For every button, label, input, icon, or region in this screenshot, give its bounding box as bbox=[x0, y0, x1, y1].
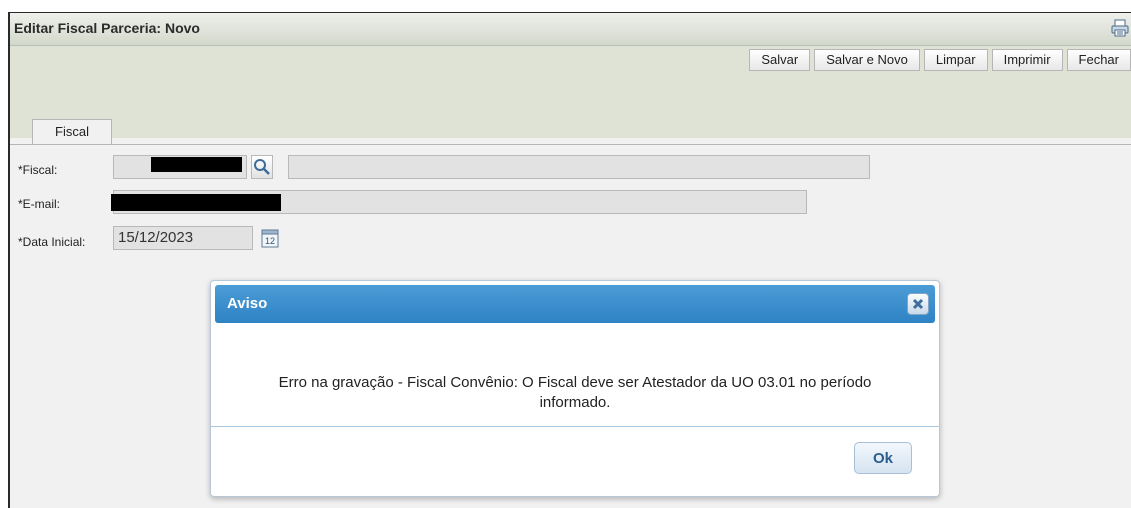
close-button[interactable]: Fechar bbox=[1066, 49, 1131, 71]
dialog-message-line1: Erro na gravação - Fiscal Convênio: O Fi… bbox=[278, 374, 872, 391]
title-bar: Editar Fiscal Parceria: Novo bbox=[10, 13, 1131, 46]
save-button[interactable]: Salvar bbox=[749, 49, 811, 71]
ok-button[interactable]: Ok bbox=[854, 442, 912, 474]
dialog-header: Aviso bbox=[215, 285, 935, 323]
tab-divider bbox=[10, 144, 1131, 145]
dialog-message-line2: informado. bbox=[539, 394, 611, 411]
alert-dialog: Aviso Erro na gravação - Fiscal Convênio… bbox=[210, 280, 940, 497]
printer-icon[interactable] bbox=[1111, 19, 1129, 37]
calendar-day-text: 12 bbox=[265, 236, 275, 246]
close-icon[interactable] bbox=[907, 293, 929, 315]
window-title: Editar Fiscal Parceria: Novo bbox=[14, 20, 200, 36]
search-icon[interactable] bbox=[251, 155, 273, 179]
toolbar-area: Salvar Salvar e Novo Limpar Imprimir Fec… bbox=[10, 46, 1131, 138]
dialog-divider bbox=[211, 426, 939, 427]
clear-button[interactable]: Limpar bbox=[923, 49, 988, 71]
dialog-message: Erro na gravação - Fiscal Convênio: O Fi… bbox=[211, 373, 939, 413]
dialog-title: Aviso bbox=[227, 295, 268, 312]
print-button[interactable]: Imprimir bbox=[991, 49, 1063, 71]
start-date-label: *Data Inicial: bbox=[18, 235, 86, 249]
fiscal-name-field[interactable] bbox=[288, 155, 870, 179]
email-label: *E-mail: bbox=[18, 197, 61, 211]
fiscal-label: *Fiscal: bbox=[18, 163, 58, 177]
toolbar: Salvar Salvar e Novo Limpar Imprimir Fec… bbox=[749, 49, 1131, 71]
tab-fiscal[interactable]: Fiscal bbox=[32, 119, 112, 145]
start-date-field[interactable]: 15/12/2023 bbox=[113, 226, 253, 250]
redacted-block bbox=[111, 194, 281, 211]
redacted-block bbox=[151, 157, 242, 172]
calendar-icon[interactable]: 12 bbox=[261, 228, 279, 248]
save-and-new-button[interactable]: Salvar e Novo bbox=[814, 49, 920, 71]
